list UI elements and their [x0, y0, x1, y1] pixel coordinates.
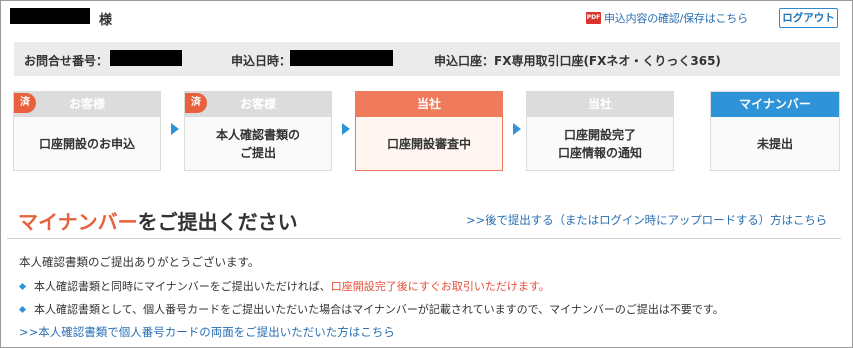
step-owner-label: 当社: [587, 97, 612, 111]
note-text: 本人確認書類と同時にマイナンバーをご提出いただければ、: [34, 280, 331, 293]
completed-badge: 済: [14, 93, 36, 113]
section-title-accent: マイナンバー: [18, 210, 138, 234]
diamond-bullet-icon: [18, 305, 27, 313]
step-arrow-icon: [342, 123, 350, 135]
thanks-message: 本人確認書類のご提出ありがとうございます。: [19, 255, 260, 269]
diamond-bullet-icon: [18, 282, 27, 290]
honorific: 様: [99, 13, 113, 28]
step-owner-label: 当社: [416, 97, 441, 111]
inquiry-number-redacted: [110, 50, 182, 66]
step-label: 口座開設完了 口座情報の通知: [557, 127, 642, 160]
step-identity-documents: 済 お客様 本人確認書類の ご提出: [184, 91, 332, 171]
note-text: 本人確認書類として、個人番号カードをご提出いただいた場合はマイナンバーが記載され…: [34, 303, 724, 316]
step-label: 口座開設のお申込: [38, 136, 135, 151]
note-item: 本人確認書類と同時にマイナンバーをご提出いただければ、 口座開設完了後にすぐお取引…: [18, 278, 550, 294]
step-label: 本人確認書類の ご提出: [215, 127, 300, 160]
step-account-opened: 当社 口座開設完了 口座情報の通知: [526, 91, 674, 171]
step-arrow-icon: [171, 123, 179, 135]
step-owner-label: お客様: [68, 97, 105, 111]
section-divider: [7, 238, 841, 239]
section-title-rest: をご提出ください: [137, 210, 298, 234]
step-label: 口座開設審査中: [386, 136, 471, 151]
inquiry-number-label: お問合せ番号：: [24, 54, 109, 68]
submit-later-link[interactable]: >>後で提出する（またはログイン時にアップロードする）方はこちら: [466, 212, 827, 228]
customer-name-redacted: [10, 8, 90, 24]
step-owner-label: マイナンバー: [739, 97, 811, 111]
application-account-label: 申込口座：FX専用取引口座(FXネオ・くりっく365): [434, 54, 721, 68]
step-arrow-icon: [513, 123, 521, 135]
note-item: 本人確認書類として、個人番号カードをご提出いただいた場合はマイナンバーが記載され…: [18, 301, 724, 317]
note-highlight: 口座開設完了後にすぐお取引いただけます。: [330, 280, 550, 293]
pdf-icon: PDF: [586, 12, 601, 24]
step-application: 済 お客様 口座開設のお申込: [13, 91, 161, 171]
my-number-card-submitted-link[interactable]: >>本人確認書類で個人番号カードの両面をご提出いただいた方はこちら: [19, 324, 395, 340]
section-title: マイナンバーをご提出ください: [18, 206, 298, 235]
step-label: 未提出: [756, 136, 793, 151]
application-info-bar: お問合せ番号： 申込日時： 申込口座：FX専用取引口座(FXネオ・くりっく365…: [14, 42, 840, 76]
pdf-link-label: 申込内容の確認/保存はこちら: [604, 12, 748, 25]
application-date-redacted: [290, 50, 393, 66]
application-pdf-link[interactable]: PDF 申込内容の確認/保存はこちら: [586, 10, 748, 26]
application-date-label: 申込日時：: [231, 54, 292, 68]
logout-button[interactable]: ログアウト: [779, 8, 838, 28]
application-page: 様 PDF 申込内容の確認/保存はこちら ログアウト お問合せ番号： 申込日時：…: [0, 0, 853, 348]
completed-badge: 済: [185, 93, 207, 113]
step-owner-label: お客様: [239, 97, 276, 111]
step-screening: 当社 口座開設審査中: [355, 91, 503, 171]
step-my-number: マイナンバー 未提出: [710, 91, 840, 171]
